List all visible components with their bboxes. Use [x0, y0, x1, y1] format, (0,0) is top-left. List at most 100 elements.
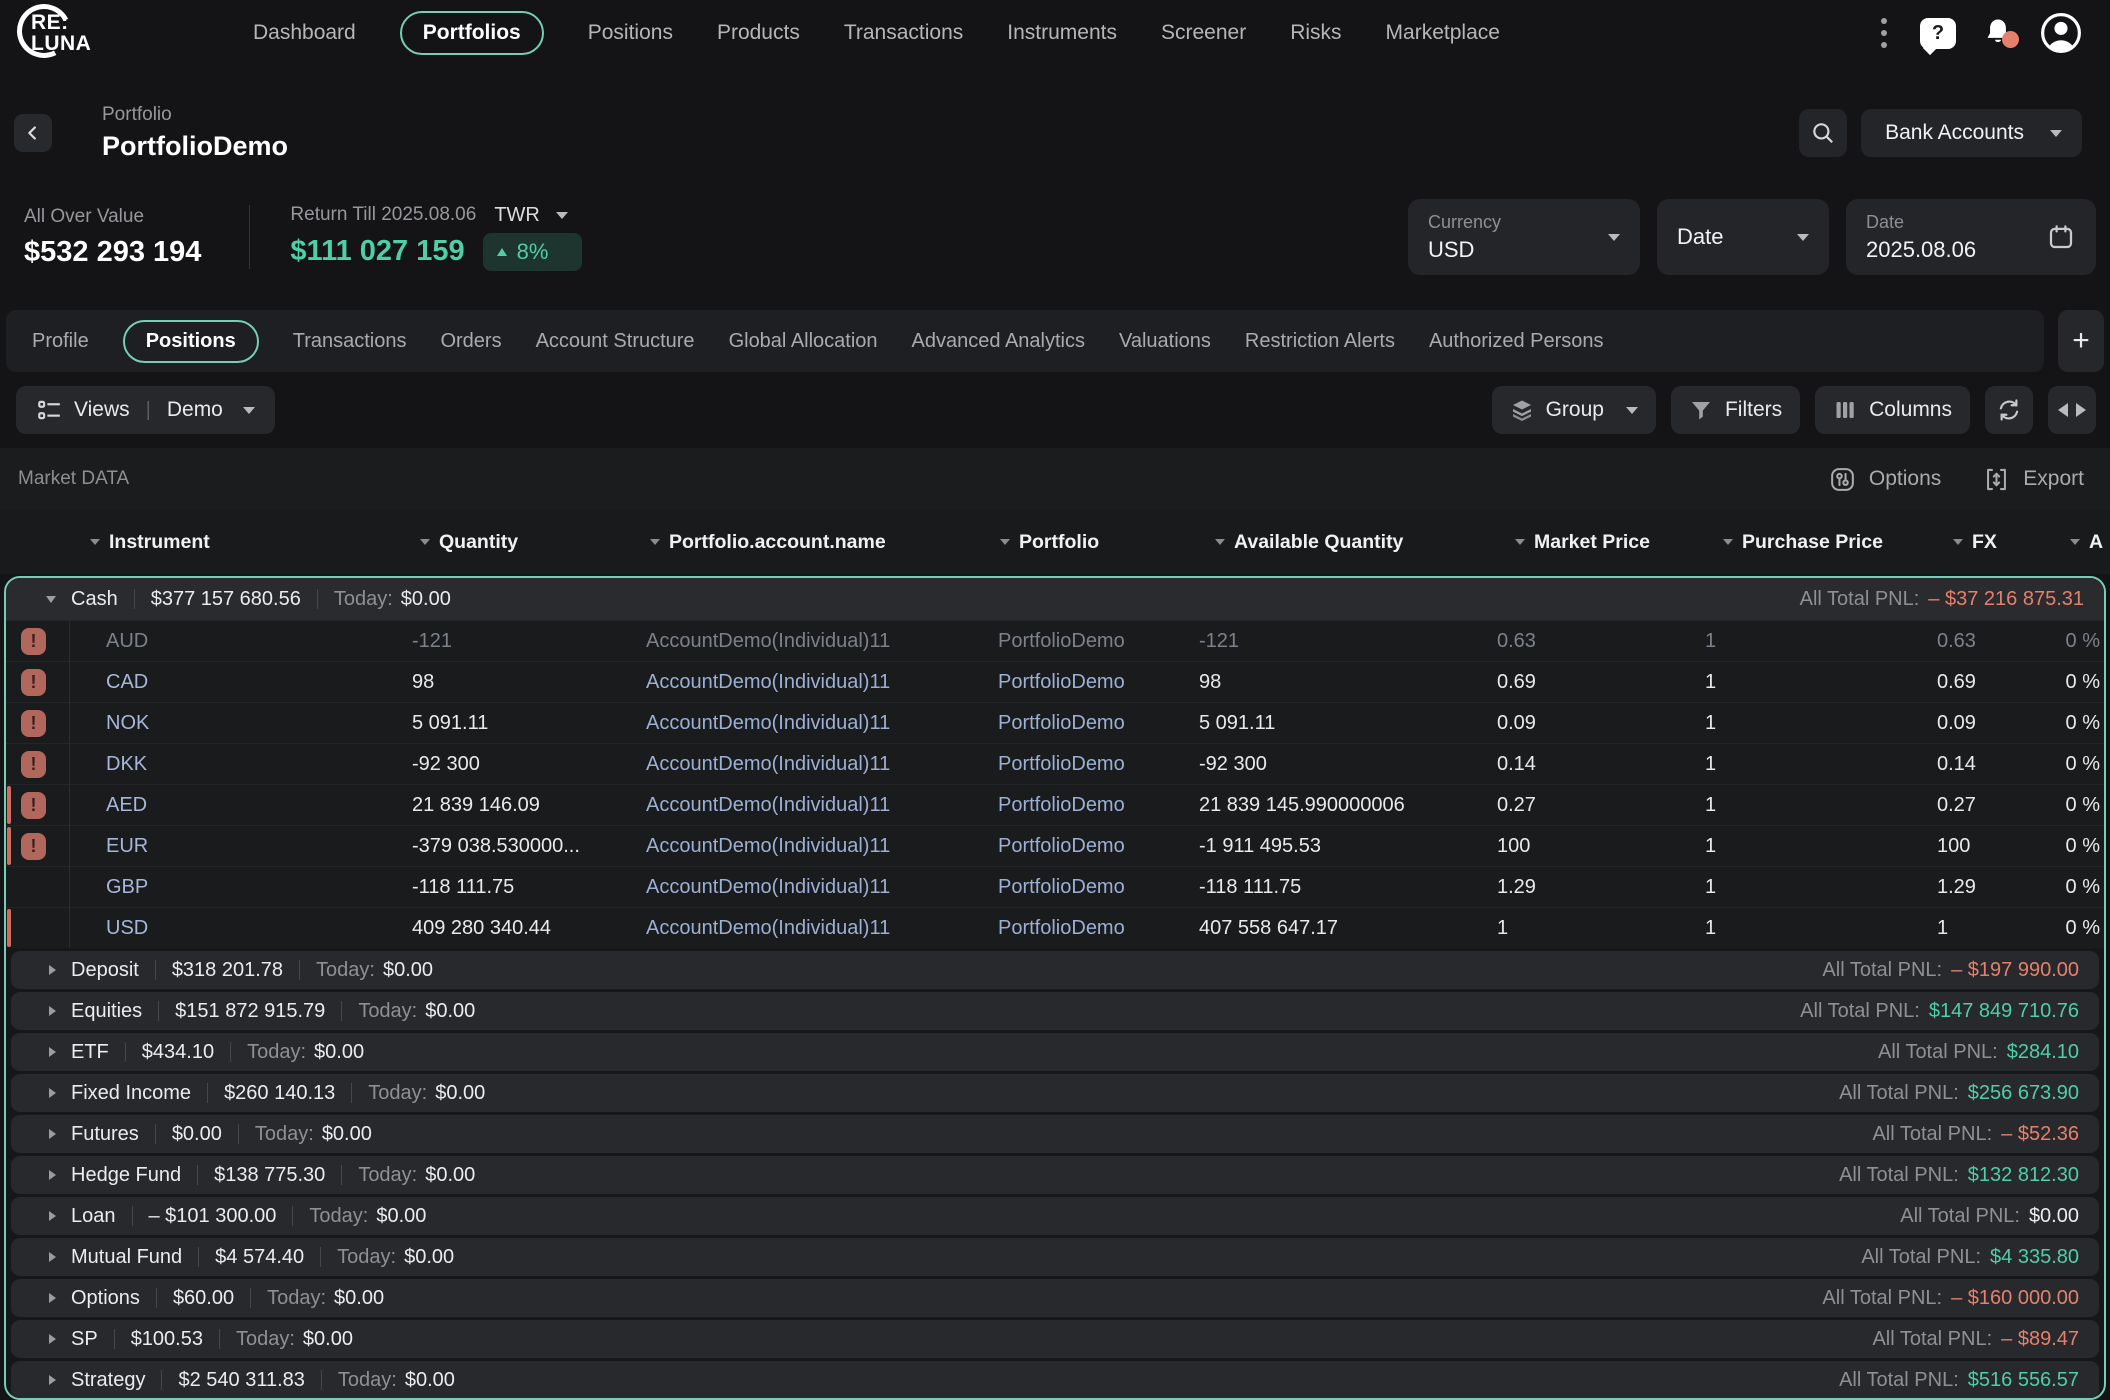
account-link[interactable]: AccountDemo(Individual)11	[646, 630, 890, 653]
portfolio-link[interactable]: PortfolioDemo	[998, 917, 1125, 940]
views-dropdown[interactable]: Views | Demo	[16, 386, 275, 434]
notifications-icon[interactable]	[1981, 15, 2015, 51]
nav-item[interactable]: Instruments	[1007, 21, 1117, 45]
kebab-menu-icon[interactable]	[1873, 14, 1895, 52]
options-button[interactable]: Options	[1829, 466, 1941, 493]
column-header[interactable]: Market Price	[1489, 531, 1697, 554]
group-row[interactable]: Equities $151 872 915.79 Today: $0.00 Al…	[11, 992, 2099, 1030]
instrument-link[interactable]: NOK	[106, 712, 149, 735]
position-row[interactable]: ! EUR -379 038.530000... AccountDemo(Ind…	[6, 825, 2104, 866]
back-button[interactable]	[14, 114, 52, 152]
column-pager-button[interactable]	[2048, 386, 2096, 434]
tab-item[interactable]: Authorized Persons	[1429, 330, 1604, 353]
position-row[interactable]: ! AED 21 839 146.09 AccountDemo(Individu…	[6, 784, 2104, 825]
brand-logo[interactable]: RE:LUNA	[15, 3, 103, 63]
group-row[interactable]: ETF $434.10 Today: $0.00 All Total PNL: …	[11, 1033, 2099, 1071]
group-button[interactable]: Group	[1492, 386, 1656, 434]
group-row[interactable]: Mutual Fund $4 574.40 Today: $0.00 All T…	[11, 1238, 2099, 1276]
group-row[interactable]: Loan – $101 300.00 Today: $0.00 All Tota…	[11, 1197, 2099, 1235]
portfolio-link[interactable]: PortfolioDemo	[998, 876, 1125, 899]
percent-cell: 0 %	[2050, 908, 2106, 948]
instrument-link[interactable]: AED	[106, 794, 147, 817]
column-header[interactable]: FX	[1927, 531, 2044, 554]
chevron-down-icon	[556, 212, 568, 219]
group-row[interactable]: Strategy $2 540 311.83 Today: $0.00 All …	[11, 1361, 2099, 1399]
today-value: Today: $0.00	[338, 1369, 455, 1392]
group-row[interactable]: Fixed Income $260 140.13 Today: $0.00 Al…	[11, 1074, 2099, 1112]
position-row[interactable]: ! GBP -118 111.75 AccountDemo(Individual…	[6, 866, 2104, 907]
group-row[interactable]: Hedge Fund $138 775.30 Today: $0.00 All …	[11, 1156, 2099, 1194]
sort-caret-icon	[1215, 539, 1225, 545]
nav-item[interactable]: Positions	[588, 21, 673, 45]
account-link[interactable]: AccountDemo(Individual)11	[646, 753, 890, 776]
portfolio-link[interactable]: PortfolioDemo	[998, 712, 1125, 735]
account-link[interactable]: AccountDemo(Individual)11	[646, 671, 890, 694]
group-row[interactable]: SP $100.53 Today: $0.00 All Total PNL: –…	[11, 1320, 2099, 1358]
top-navigation: RE:LUNA Dashboard Portfolios Positions P…	[0, 0, 2110, 66]
instrument-link[interactable]: EUR	[106, 835, 148, 858]
column-header[interactable]: Instrument	[64, 531, 394, 554]
bank-accounts-dropdown[interactable]: Bank Accounts	[1861, 109, 2082, 157]
portfolio-link[interactable]: PortfolioDemo	[998, 794, 1125, 817]
return-mode-dropdown[interactable]: TWR	[494, 204, 568, 227]
date-picker[interactable]: Date 2025.08.06	[1846, 199, 2096, 275]
tab-item[interactable]: Orders	[440, 330, 501, 353]
tab-item[interactable]: Profile	[32, 330, 89, 353]
position-row[interactable]: ! AUD -121 AccountDemo(Individual)11 Por…	[6, 620, 2104, 661]
portfolio-link[interactable]: PortfolioDemo	[998, 671, 1125, 694]
tab-item[interactable]: Advanced Analytics	[912, 330, 1085, 353]
nav-item[interactable]: Risks	[1290, 21, 1341, 45]
group-row[interactable]: Deposit $318 201.78 Today: $0.00 All Tot…	[11, 951, 2099, 989]
expand-caret-icon	[49, 1252, 56, 1262]
tab-item[interactable]: Positions	[123, 320, 259, 363]
search-button[interactable]	[1799, 109, 1847, 157]
instrument-link[interactable]: CAD	[106, 671, 148, 694]
column-header[interactable]: Portfolio.account.name	[624, 531, 974, 554]
refresh-button[interactable]	[1985, 386, 2033, 434]
add-tab-button[interactable]: +	[2058, 310, 2104, 372]
portfolio-link[interactable]: PortfolioDemo	[998, 753, 1125, 776]
tab-item[interactable]: Transactions	[293, 330, 407, 353]
column-header[interactable]: Quantity	[394, 531, 624, 554]
tab-item[interactable]: Account Structure	[536, 330, 695, 353]
account-avatar-icon[interactable]	[2040, 12, 2082, 54]
filters-button[interactable]: Filters	[1671, 386, 1800, 434]
account-link[interactable]: AccountDemo(Individual)11	[646, 712, 890, 735]
column-header[interactable]: Portfolio	[974, 531, 1189, 554]
portfolio-link[interactable]: PortfolioDemo	[998, 835, 1125, 858]
nav-item[interactable]: Screener	[1161, 21, 1246, 45]
instrument-link[interactable]: USD	[106, 917, 148, 940]
instrument-link[interactable]: DKK	[106, 753, 147, 776]
help-icon[interactable]: ?	[1920, 18, 1956, 49]
tab-item[interactable]: Valuations	[1119, 330, 1211, 353]
nav-item[interactable]: Marketplace	[1386, 21, 1500, 45]
account-link[interactable]: AccountDemo(Individual)11	[646, 876, 890, 899]
position-row[interactable]: ! CAD 98 AccountDemo(Individual)11 Portf…	[6, 661, 2104, 702]
instrument-link[interactable]: AUD	[106, 630, 148, 653]
column-header[interactable]: Purchase Price	[1697, 531, 1927, 554]
account-link[interactable]: AccountDemo(Individual)11	[646, 835, 890, 858]
cash-group-row[interactable]: Cash $377 157 680.56 Today: $0.00 All To…	[6, 578, 2104, 620]
columns-button[interactable]: Columns	[1815, 386, 1970, 434]
column-header[interactable]: Available Quantity	[1189, 531, 1489, 554]
nav-item[interactable]: Transactions	[844, 21, 963, 45]
nav-item[interactable]: Products	[717, 21, 800, 45]
tab-item[interactable]: Restriction Alerts	[1245, 330, 1395, 353]
instrument-link[interactable]: GBP	[106, 876, 148, 899]
date-mode-dropdown[interactable]: Date	[1657, 199, 1829, 275]
group-row[interactable]: Options $60.00 Today: $0.00 All Total PN…	[11, 1279, 2099, 1317]
position-row[interactable]: ! NOK 5 091.11 AccountDemo(Individual)11…	[6, 702, 2104, 743]
nav-item[interactable]: Portfolios	[400, 11, 544, 55]
column-header[interactable]: A	[2044, 531, 2110, 554]
account-link[interactable]: AccountDemo(Individual)11	[646, 794, 890, 817]
export-button[interactable]: Export	[1983, 466, 2084, 493]
group-row[interactable]: Futures $0.00 Today: $0.00 All Total PNL…	[11, 1115, 2099, 1153]
position-row[interactable]: ! DKK -92 300 AccountDemo(Individual)11 …	[6, 743, 2104, 784]
currency-dropdown[interactable]: Currency USD	[1408, 199, 1640, 275]
portfolio-link[interactable]: PortfolioDemo	[998, 630, 1125, 653]
account-link[interactable]: AccountDemo(Individual)11	[646, 917, 890, 940]
position-row[interactable]: ! USD 409 280 340.44 AccountDemo(Individ…	[6, 907, 2104, 948]
tab-item[interactable]: Global Allocation	[729, 330, 878, 353]
group-value: $260 140.13	[224, 1082, 335, 1105]
nav-item[interactable]: Dashboard	[253, 21, 356, 45]
